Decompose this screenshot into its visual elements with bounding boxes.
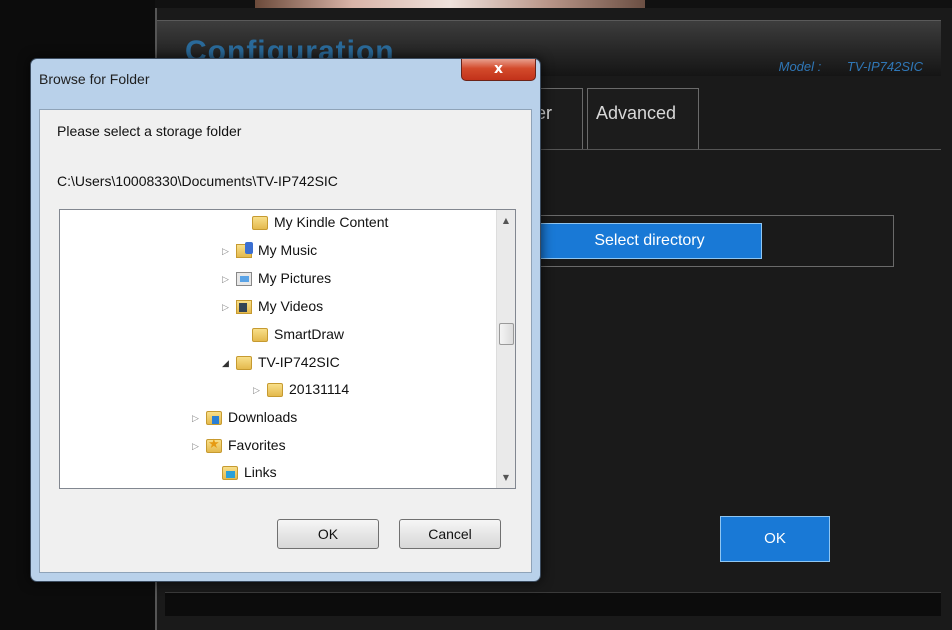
tree-item-label: Downloads <box>228 409 298 425</box>
tree-item-label: TV-IP742SIC <box>258 354 340 370</box>
tree-item-label: My Music <box>258 242 318 258</box>
expand-arrow-icon[interactable]: ▷ <box>222 302 236 313</box>
close-icon: x <box>493 61 504 77</box>
folder-icon <box>236 356 252 371</box>
videos-folder-icon <box>236 300 252 315</box>
tree-item-label: My Videos <box>258 298 324 314</box>
background-photo-strip <box>255 0 645 8</box>
select-directory-button[interactable]: Select directory <box>537 223 762 259</box>
music-folder-icon <box>236 242 253 259</box>
model-info: Model : TV-IP742SIC <box>779 59 923 74</box>
tree-item[interactable]: Links <box>208 464 277 486</box>
selected-path: C:\Users\10008330\Documents\TV-IP742SIC <box>57 173 338 189</box>
pictures-folder-icon <box>236 272 252 287</box>
scroll-up-arrow-icon[interactable]: ▲ <box>497 212 515 229</box>
tree-item[interactable]: ▷ My Pictures <box>222 270 331 292</box>
tree-item-label: My Pictures <box>258 270 332 286</box>
dialog-content: Please select a storage folder C:\Users\… <box>39 109 532 573</box>
tree-item[interactable]: ▷ 20131114 <box>253 381 349 403</box>
app-footer <box>165 592 941 616</box>
collapse-arrow-icon[interactable]: ◢ <box>222 358 236 369</box>
tree-item-label: My Kindle Content <box>274 214 389 230</box>
scroll-down-arrow-icon[interactable]: ▼ <box>497 469 515 486</box>
tree-item[interactable]: ▷ My Videos <box>222 298 323 320</box>
folder-tree[interactable]: My Kindle Content ▷ My Music ▷ My Pictures… <box>59 209 516 489</box>
folder-icon <box>252 328 268 343</box>
dialog-prompt: Please select a storage folder <box>57 123 242 139</box>
expand-arrow-icon[interactable]: ▷ <box>253 385 267 396</box>
scrollbar-thumb[interactable] <box>499 323 514 345</box>
dialog-titlebar[interactable]: Browse for Folder x <box>31 59 540 109</box>
tree-item[interactable]: ▷ My Music <box>222 242 317 264</box>
links-folder-icon <box>222 466 238 481</box>
browse-for-folder-dialog: Browse for Folder x Please select a stor… <box>30 58 541 582</box>
tree-item[interactable]: ▷ Downloads <box>192 409 297 431</box>
tab-advanced[interactable]: Advanced <box>587 88 699 150</box>
model-label: Model : <box>778 59 822 74</box>
expand-arrow-icon[interactable]: ▷ <box>192 441 206 452</box>
tree-item-label: SmartDraw <box>274 326 345 342</box>
expand-arrow-icon[interactable]: ▷ <box>222 246 236 257</box>
model-value: TV-IP742SIC <box>846 59 923 74</box>
dialog-ok-button[interactable]: OK <box>277 519 379 549</box>
folder-icon <box>267 383 283 398</box>
expand-arrow-icon[interactable]: ▷ <box>222 274 236 285</box>
tree-item-label: Links <box>244 464 277 480</box>
folder-icon <box>252 216 268 231</box>
tree-scrollbar[interactable]: ▲ ▼ <box>496 210 515 488</box>
dialog-cancel-button[interactable]: Cancel <box>399 519 501 549</box>
tree-item[interactable]: My Kindle Content <box>238 214 388 236</box>
app-ok-button[interactable]: OK <box>720 516 830 562</box>
dialog-title: Browse for Folder <box>39 71 150 87</box>
close-button[interactable]: x <box>461 59 536 81</box>
expand-arrow-icon[interactable]: ▷ <box>192 413 206 424</box>
downloads-folder-icon <box>206 411 222 426</box>
tree-item-label: 20131114 <box>289 381 350 397</box>
tree-item[interactable]: ▷ Favorites <box>192 436 286 459</box>
tree-item-label: Favorites <box>228 437 286 453</box>
tree-item[interactable]: SmartDraw <box>238 326 344 348</box>
favorites-folder-icon <box>206 436 222 454</box>
tree-item[interactable]: ◢ TV-IP742SIC <box>222 354 340 376</box>
